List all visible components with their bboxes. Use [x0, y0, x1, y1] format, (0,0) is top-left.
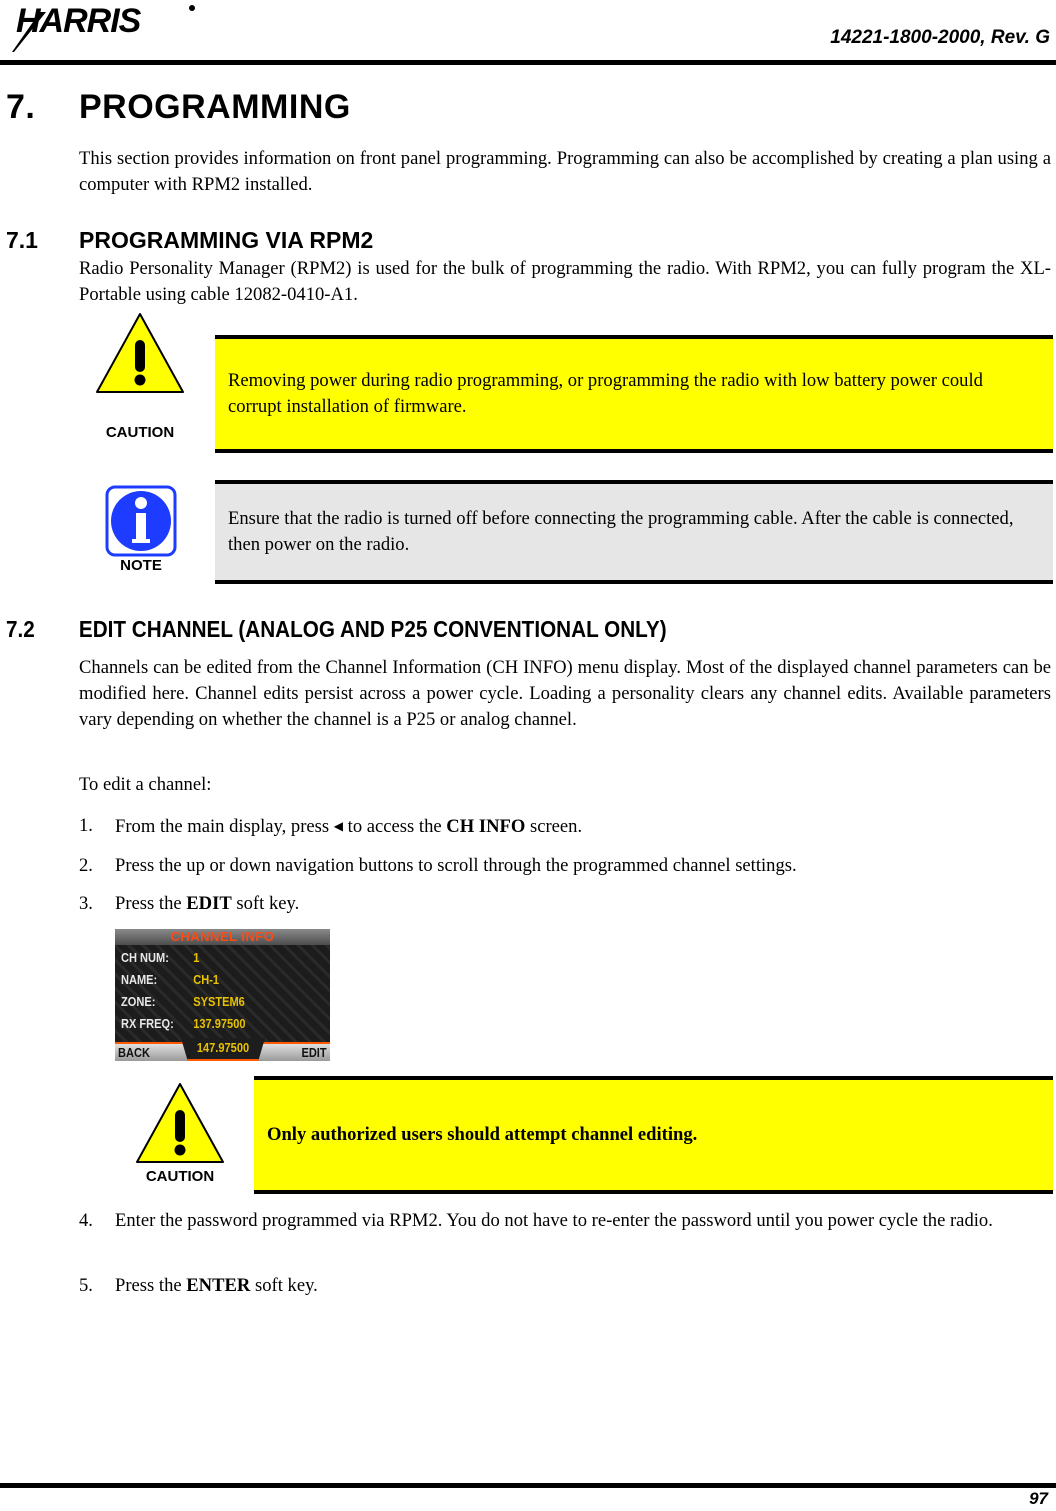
note-label: NOTE: [120, 557, 162, 574]
footer-rule: [0, 1483, 1056, 1488]
step-item: 3. Press the EDIT soft key.: [79, 891, 1051, 917]
row-value: CH-1: [193, 972, 220, 987]
caution-icon: CAUTION: [94, 310, 186, 441]
caution-label: CAUTION: [105, 424, 175, 441]
softkey-name: EDIT: [186, 893, 232, 914]
caution-text: Removing power during radio programming,…: [228, 370, 983, 417]
step-text: Enter the password programmed via RPM2. …: [115, 1210, 993, 1231]
step-text: Press the EDIT soft key.: [115, 891, 1051, 917]
step-number: 5.: [79, 1275, 93, 1296]
document-number: 14221-1800-2000, Rev. G: [830, 27, 1050, 48]
caution-icon: CAUTION: [134, 1080, 226, 1192]
center-value: 147.97500: [196, 1040, 250, 1055]
note-text: Ensure that the radio is turned off befo…: [228, 508, 1014, 555]
center-value-tab: 147.97500: [181, 1038, 265, 1061]
header-rule: [0, 60, 1056, 65]
row-value: 1: [193, 950, 200, 965]
section-number: 7.2: [6, 616, 35, 642]
step-text-part: screen.: [525, 816, 583, 837]
screen-row: NAME: CH-1: [121, 970, 295, 990]
section-heading-7-1: 7.1 PROGRAMMING VIA RPM2: [6, 227, 373, 254]
softkey-name: ENTER: [186, 1275, 251, 1296]
step-text-part: to access the: [343, 816, 447, 837]
screen-row: RX FREQ: 137.97500: [121, 1014, 295, 1034]
section-7-2-body: Channels can be edited from the Channel …: [79, 657, 1051, 730]
section-title: PROGRAMMING: [79, 88, 351, 126]
section-title: EDIT CHANNEL (ANALOG AND P25 CONVENTIONA…: [78, 616, 667, 642]
section-7-1-body: Radio Personality Manager (RPM2) is used…: [79, 258, 1051, 305]
step-text-part: soft key.: [250, 1275, 318, 1296]
page-number: 97: [1029, 1489, 1048, 1508]
step-item: 4. Enter the password programmed via RPM…: [79, 1208, 1051, 1234]
screen-row: CH NUM: 1: [121, 948, 295, 968]
step-text: Press the ENTER soft key.: [115, 1273, 1051, 1299]
note-icon: NOTE: [105, 485, 187, 585]
caution-text: Only authorized users should attempt cha…: [267, 1124, 698, 1145]
step-text: Press the up or down navigation buttons …: [115, 855, 797, 876]
caution-box: Removing power during radio programming,…: [215, 335, 1053, 453]
step-item: 1. From the main display, press ◀ to acc…: [79, 813, 1051, 840]
screen-name: CH INFO: [446, 816, 526, 837]
step-text-part: soft key.: [231, 893, 300, 914]
caution-box: Only authorized users should attempt cha…: [254, 1076, 1053, 1194]
row-label: NAME:: [121, 972, 158, 987]
row-value: 137.97500: [193, 1016, 246, 1031]
softkey-edit: EDIT: [301, 1045, 327, 1060]
row-label: CH NUM:: [121, 950, 169, 965]
step-text-part: Press the: [115, 893, 187, 914]
section-title: PROGRAMMING VIA RPM2: [79, 227, 374, 253]
softkey-back: BACK: [118, 1045, 150, 1060]
section-heading-7: 7. PROGRAMMING: [6, 88, 351, 127]
caution-label: CAUTION: [145, 1168, 215, 1185]
step-text: From the main display, press ◀ to access…: [115, 813, 1051, 840]
step-text-part: From the main display, press: [115, 816, 334, 837]
step-number: 1.: [79, 815, 93, 836]
section-number: 7.: [6, 88, 36, 126]
left-arrow-key-icon: ◀: [333, 819, 344, 833]
harris-logo: HARRIS: [12, 2, 195, 52]
row-label: ZONE:: [121, 994, 156, 1009]
step-item: 5. Press the ENTER soft key.: [79, 1273, 1051, 1299]
screen-title: CHANNEL INFO: [115, 929, 330, 945]
section-7-intro: This section provides information on fro…: [79, 148, 1051, 195]
section-heading-7-2: 7.2 EDIT CHANNEL (ANALOG AND P25 CONVENTI…: [6, 616, 667, 643]
step-number: 2.: [79, 855, 93, 876]
step-item: 2. Press the up or down navigation butto…: [79, 853, 1051, 879]
row-value: SYSTEM6: [193, 994, 245, 1009]
steps-lead: To edit a channel:: [79, 774, 212, 795]
step-text-part: Press the: [115, 1275, 187, 1296]
channel-info-screen-image: CHANNEL INFO CH NUM: 1 NAME: CH-1 ZONE: SYS…: [115, 929, 330, 1061]
note-box: Ensure that the radio is turned off befo…: [215, 480, 1053, 584]
step-number: 3.: [79, 893, 93, 914]
row-label: RX FREQ:: [121, 1016, 174, 1031]
step-number: 4.: [79, 1210, 93, 1231]
section-number: 7.1: [6, 227, 38, 253]
screen-row: ZONE: SYSTEM6: [121, 992, 295, 1012]
